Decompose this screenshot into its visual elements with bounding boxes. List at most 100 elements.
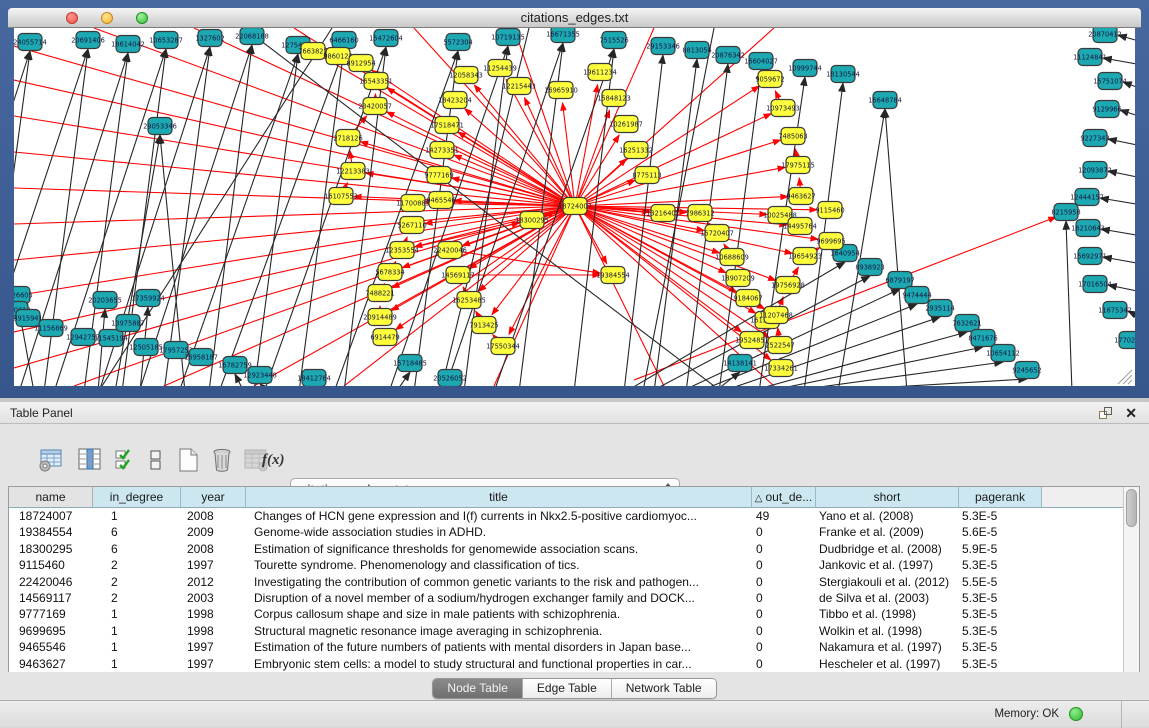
- row-height-icon[interactable]: [142, 446, 170, 474]
- graph-node-label: 7913425: [469, 321, 498, 329]
- column-header-name[interactable]: name: [9, 487, 93, 508]
- graph-edge[interactable]: [1108, 285, 1135, 292]
- graph-node-label: 10688609: [715, 253, 749, 261]
- graph-edge[interactable]: [1108, 139, 1135, 146]
- graph-edge[interactable]: [1100, 198, 1135, 205]
- table-row[interactable]: 1938455462009Genome-wide association stu…: [9, 524, 1124, 540]
- graph-node-label: 16107553: [324, 192, 358, 200]
- graph-edge[interactable]: [260, 384, 269, 386]
- graph-node-label: 9059672: [755, 75, 784, 83]
- float-panel-icon[interactable]: [1098, 406, 1113, 421]
- column-header-in_degree[interactable]: in_degree: [93, 487, 181, 508]
- graph-node-label: 10973493: [766, 104, 800, 112]
- table-row[interactable]: 1456911722003Disruption of a novel membe…: [9, 590, 1124, 606]
- table-row[interactable]: 946362711997Embryonic stem cells: a mode…: [9, 656, 1124, 672]
- table-row[interactable]: 977716911998Corpus callosum shape and si…: [9, 606, 1124, 622]
- graph-edge[interactable]: [14, 51, 30, 386]
- cell: [1042, 557, 1124, 573]
- graph-node-label: 11675342: [1098, 306, 1132, 314]
- vertical-scrollbar[interactable]: [1123, 487, 1139, 672]
- graph-node-label: 16671355: [546, 30, 580, 38]
- graph-edge[interactable]: [1103, 257, 1135, 264]
- cell: Investigating the contribution of common…: [246, 574, 752, 590]
- cell: 19384554: [9, 524, 93, 540]
- window-zoom-button[interactable]: [136, 12, 148, 24]
- graph-node-label: 20914489: [363, 313, 397, 321]
- graph-node-label: 7515526: [599, 36, 628, 44]
- cell: 22420046: [9, 574, 93, 590]
- column-header-year[interactable]: year: [181, 487, 246, 508]
- graph-edge[interactable]: [14, 206, 575, 332]
- column-header-out_de[interactable]: △out_de...: [752, 487, 816, 508]
- graph-edge[interactable]: [299, 49, 344, 386]
- tab-network-table[interactable]: Network Table: [612, 679, 716, 698]
- graph-edge[interactable]: [254, 54, 298, 386]
- window-minimize-button[interactable]: [101, 12, 113, 24]
- table-row[interactable]: 946554611997Estimation of the future num…: [9, 639, 1124, 655]
- cell: 0: [752, 541, 816, 557]
- cell: 5.5E-5: [959, 574, 1042, 590]
- graph-edge[interactable]: [1066, 221, 1072, 386]
- network-canvas[interactable]: 2405571420691406186140421065328713276022…: [14, 28, 1135, 386]
- new-column-icon[interactable]: [174, 446, 202, 474]
- column-header-title[interactable]: title: [246, 487, 752, 508]
- close-panel-icon[interactable]: ✕: [1125, 404, 1137, 422]
- network-window-titlebar[interactable]: citations_edges.txt: [8, 8, 1141, 28]
- graph-edge[interactable]: [885, 109, 907, 386]
- graph-node-label: 2935114: [925, 304, 954, 312]
- table-row[interactable]: 2242004622012Investigating the contribut…: [9, 574, 1124, 590]
- canvas-resize-grip[interactable]: [1128, 380, 1132, 384]
- graph-node-label: 16965910: [544, 86, 578, 94]
- graph-edge[interactable]: [396, 372, 410, 386]
- column-header-filler: [1042, 487, 1124, 508]
- graph-edge[interactable]: [1108, 171, 1135, 178]
- cell: Estimation of significance thresholds fo…: [246, 541, 752, 557]
- graph-edge[interactable]: [697, 304, 917, 386]
- graph-edge[interactable]: [360, 142, 575, 206]
- table-row[interactable]: 1830029562008Estimation of significance …: [9, 541, 1124, 557]
- graph-node-label: 16543351: [359, 77, 393, 85]
- graph-node-label: 9463627: [786, 192, 815, 200]
- graph-edge[interactable]: [98, 309, 105, 386]
- table-row[interactable]: 911546021997Tourette syndrome. Phenomeno…: [9, 557, 1124, 573]
- column-select-icon[interactable]: [112, 446, 140, 474]
- column-visibility-icon[interactable]: [76, 446, 104, 474]
- cell: 6: [93, 524, 181, 540]
- graph-edge[interactable]: [1120, 110, 1135, 117]
- cell: 0: [752, 606, 816, 622]
- graph-node-label: 6466160: [329, 36, 358, 44]
- cell: 0: [752, 524, 816, 540]
- scrollbar-thumb[interactable]: [1126, 489, 1137, 527]
- cell: [1042, 524, 1124, 540]
- graph-edge[interactable]: [164, 47, 210, 386]
- cell: 5.3E-5: [959, 623, 1042, 639]
- table-row[interactable]: 1872400712008Changes of HCN gene express…: [9, 508, 1124, 524]
- graph-node-label: 15751074: [1093, 77, 1127, 85]
- graph-node-label: 19524851: [735, 336, 769, 344]
- cell: 18300295: [9, 541, 93, 557]
- graph-edge[interactable]: [14, 188, 575, 206]
- graph-edge[interactable]: [14, 206, 575, 260]
- graph-edge[interactable]: [102, 28, 332, 386]
- canvas-resize-grip[interactable]: [1123, 375, 1132, 384]
- table-row[interactable]: 969969511998Structural magnetic resonanc…: [9, 623, 1124, 639]
- graph-node-label: 17702533: [1114, 336, 1135, 344]
- graph-node-label: 19611234: [583, 68, 617, 76]
- tab-node-table[interactable]: Node Table: [433, 679, 523, 698]
- tab-edge-table[interactable]: Edge Table: [523, 679, 612, 698]
- table-settings-icon[interactable]: [38, 446, 66, 474]
- window-close-button[interactable]: [66, 12, 78, 24]
- graph-edge[interactable]: [454, 155, 575, 206]
- function-builder-icon[interactable]: f(x): [262, 446, 290, 474]
- citation-network-graph[interactable]: 2405571420691406186140421065328713276022…: [14, 28, 1135, 386]
- graph-edge[interactable]: [179, 54, 298, 386]
- graph-edge[interactable]: [1101, 229, 1135, 236]
- graph-edge[interactable]: [575, 140, 781, 206]
- graph-edge[interactable]: [575, 197, 788, 206]
- column-header-pagerank[interactable]: pagerank: [959, 487, 1042, 508]
- graph-edge[interactable]: [14, 51, 30, 386]
- graph-edge[interactable]: [1103, 58, 1135, 65]
- column-header-short[interactable]: short: [816, 487, 959, 508]
- delete-column-icon[interactable]: [208, 446, 236, 474]
- graph-edge[interactable]: [14, 206, 575, 224]
